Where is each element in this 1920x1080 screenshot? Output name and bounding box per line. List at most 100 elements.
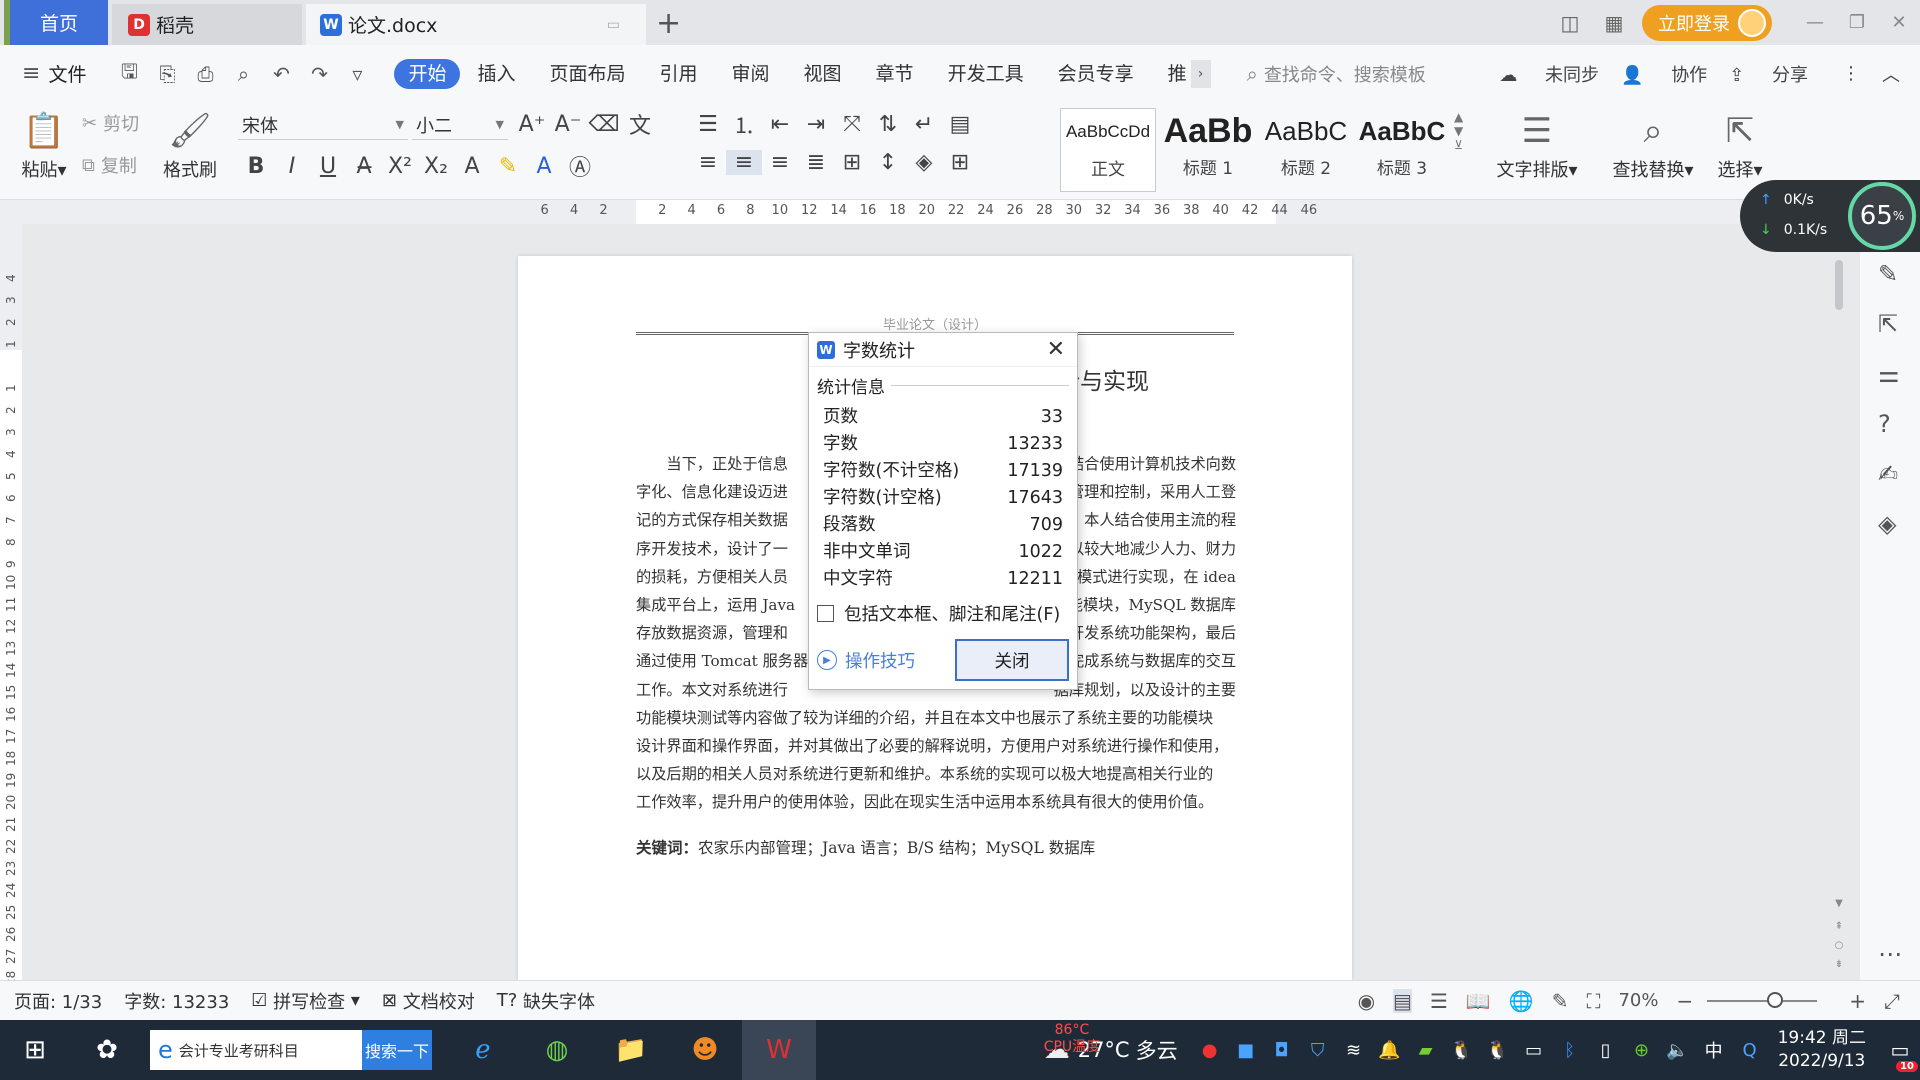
- text-effect-icon[interactable]: A: [454, 154, 490, 179]
- restore-icon[interactable]: ❐: [1836, 12, 1878, 33]
- format-painter-button[interactable]: 🖌 格式刷: [160, 106, 220, 182]
- command-search[interactable]: ⌕ 查找命令、搜索模板: [1247, 61, 1426, 87]
- font-name-select[interactable]: 宋体 ▼: [238, 110, 408, 140]
- italic-icon[interactable]: I: [274, 154, 310, 179]
- collapse-ribbon-icon[interactable]: ︿: [1882, 61, 1900, 87]
- web-view-icon[interactable]: 🌐: [1509, 989, 1534, 1013]
- grow-font-icon[interactable]: A⁺: [514, 112, 550, 137]
- highlight-icon[interactable]: ✎: [490, 154, 526, 179]
- expand-styles-icon[interactable]: ⊻: [1454, 138, 1463, 152]
- tab-daoke[interactable]: D 稻壳: [112, 4, 302, 45]
- select-browse-icon[interactable]: ○: [1835, 940, 1844, 951]
- gem-icon[interactable]: ◈: [1878, 510, 1896, 538]
- document-proof[interactable]: ⊠ 文档校对: [382, 988, 475, 1014]
- close-icon[interactable]: ✕: [1047, 337, 1065, 362]
- shield-icon[interactable]: ⛉: [1300, 1040, 1336, 1061]
- ime-indicator[interactable]: 中: [1696, 1037, 1732, 1063]
- word-count-indicator[interactable]: 字数: 13233: [124, 988, 229, 1014]
- zoom-in-icon[interactable]: +: [1849, 989, 1866, 1013]
- collab-button[interactable]: 👤 协作: [1621, 61, 1707, 87]
- new-tab-icon[interactable]: +: [656, 6, 681, 41]
- edit-doc-icon[interactable]: ✍: [1878, 460, 1898, 488]
- qq-icon[interactable]: 🐧: [1444, 1040, 1480, 1061]
- decrease-indent-icon[interactable]: ⇤: [762, 112, 798, 137]
- zoom-out-icon[interactable]: −: [1676, 989, 1693, 1013]
- fullscreen-icon[interactable]: ⤢: [1884, 989, 1900, 1013]
- scroll-up-icon[interactable]: ▲: [1454, 110, 1463, 124]
- style-heading-1[interactable]: AaBb 标题 1: [1160, 108, 1256, 192]
- grid-apps-icon[interactable]: ▦: [1592, 11, 1636, 35]
- eye-protection-icon[interactable]: ◉: [1358, 989, 1375, 1013]
- clear-format-icon[interactable]: ⌫: [586, 112, 622, 137]
- show-marks-icon[interactable]: ↵: [906, 112, 942, 137]
- close-button[interactable]: 关闭: [955, 639, 1069, 681]
- print-preview-icon[interactable]: ⌕: [224, 62, 262, 86]
- pen-icon[interactable]: ✎: [1878, 260, 1898, 288]
- input-method-icon[interactable]: Q: [1732, 1040, 1768, 1061]
- drive-icon[interactable]: ▭: [1516, 1040, 1552, 1061]
- tray-app-icon[interactable]: ◘: [1264, 1040, 1300, 1061]
- line-spacing-icon[interactable]: ↕: [870, 150, 906, 175]
- plus-app-icon[interactable]: ⊕: [1624, 1040, 1660, 1061]
- select-button[interactable]: ⇱ 选择▾: [1712, 106, 1768, 182]
- checkbox-box[interactable]: [817, 605, 834, 622]
- pen-mode-icon[interactable]: ✎: [1552, 989, 1569, 1013]
- paste-button[interactable]: 📋 粘贴▾: [16, 106, 72, 182]
- minimize-icon[interactable]: —: [1794, 12, 1836, 33]
- usb-icon[interactable]: ▯: [1588, 1040, 1624, 1061]
- align-left-icon[interactable]: ≡: [690, 150, 726, 175]
- next-page-icon[interactable]: ⇟: [1835, 959, 1843, 970]
- customize-dropdown-icon[interactable]: ▿: [338, 62, 376, 86]
- bold-icon[interactable]: B: [238, 154, 274, 179]
- page-indicator[interactable]: 页面: 1/33: [14, 988, 102, 1014]
- fit-page-icon[interactable]: ⛶: [1586, 989, 1600, 1013]
- tab-document[interactable]: W 论文.docx ▭: [306, 4, 646, 45]
- more-tabs-icon[interactable]: ›: [1190, 59, 1211, 88]
- weather-widget[interactable]: ☁ 27°C 86°C CPU温度 多云: [1044, 1022, 1178, 1065]
- text-layout-button[interactable]: ☰ 文字排版▾: [1494, 106, 1580, 182]
- network-speed-widget[interactable]: ↑ 0K/s ↓ 0.1K/s 65%: [1740, 180, 1920, 252]
- find-replace-button[interactable]: ⌕ 查找替换▾: [1608, 106, 1698, 182]
- tray-app-icon[interactable]: ■: [1228, 1040, 1264, 1061]
- cursor-icon[interactable]: ⇱: [1878, 310, 1898, 338]
- file-menu[interactable]: ≡ 文件: [22, 60, 86, 87]
- wps-icon[interactable]: W: [742, 1020, 816, 1080]
- reading-view-icon[interactable]: 📖: [1466, 989, 1491, 1013]
- monitor-icon[interactable]: ▭: [607, 17, 620, 33]
- tab-start[interactable]: 开始: [394, 58, 461, 89]
- qq-icon[interactable]: 🐧: [1480, 1040, 1516, 1061]
- numbered-list-icon[interactable]: ⒈: [726, 108, 762, 140]
- bell-icon[interactable]: 🔔: [1372, 1040, 1408, 1061]
- shrink-font-icon[interactable]: A⁻: [550, 112, 586, 137]
- chinese-layout-icon[interactable]: ⤧: [834, 112, 870, 137]
- borders-icon[interactable]: ⊞: [942, 150, 978, 175]
- redo-icon[interactable]: ↷: [300, 62, 338, 86]
- file-explorer-icon[interactable]: 📁: [594, 1020, 668, 1080]
- browser-360-icon[interactable]: ◍: [520, 1020, 594, 1080]
- print-icon[interactable]: ⎙: [186, 62, 224, 86]
- layout-icon[interactable]: ◫: [1548, 11, 1592, 35]
- scrollbar-thumb[interactable]: [1835, 260, 1843, 310]
- tab-chapter[interactable]: 章节: [859, 59, 931, 89]
- tray-app-icon[interactable]: ●: [1192, 1040, 1228, 1061]
- tab-insert[interactable]: 插入: [460, 59, 532, 89]
- scroll-down-icon[interactable]: ▼: [1454, 124, 1463, 138]
- windows-start-icon[interactable]: ⊞: [0, 1035, 70, 1065]
- tips-link[interactable]: ▶ 操作技巧: [817, 648, 915, 673]
- spell-check[interactable]: ☑ 拼写检查 ▾: [251, 988, 360, 1014]
- char-border-icon[interactable]: Ⓐ: [562, 150, 598, 182]
- undo-icon[interactable]: ↶: [262, 62, 300, 86]
- sync-button[interactable]: ☁ 未同步: [1499, 61, 1599, 87]
- align-right-icon[interactable]: ≡: [762, 150, 798, 175]
- tab-developer[interactable]: 开发工具: [931, 59, 1041, 89]
- help-icon[interactable]: ?: [1878, 410, 1891, 438]
- shading-icon[interactable]: ◈: [906, 150, 942, 175]
- game-app-icon[interactable]: ☻: [668, 1020, 742, 1080]
- vertical-scrollbar[interactable]: ▼ ⇞ ○ ⇟: [1832, 250, 1846, 970]
- taskbar-search[interactable]: e 会计专业考研科目: [150, 1030, 362, 1070]
- style-heading-2[interactable]: AaBbC 标题 2: [1258, 108, 1354, 192]
- volume-icon[interactable]: 🔈: [1660, 1040, 1696, 1061]
- ie-browser-icon[interactable]: ℯ: [446, 1020, 520, 1080]
- increase-indent-icon[interactable]: ⇥: [798, 112, 834, 137]
- copy-button[interactable]: ⧉ 复制: [82, 152, 137, 178]
